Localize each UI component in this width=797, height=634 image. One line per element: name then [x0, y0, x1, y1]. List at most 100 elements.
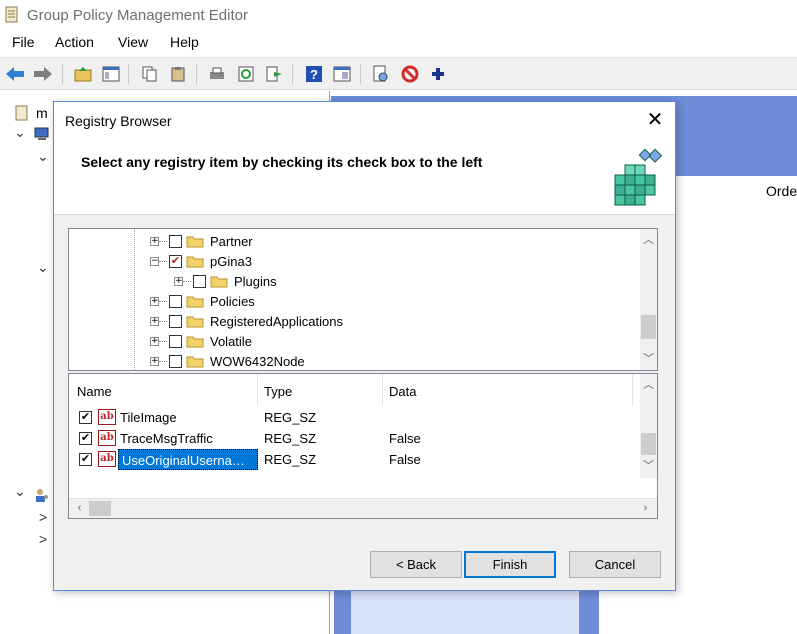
expand-icon[interactable]: + — [150, 296, 159, 306]
scroll-down-icon[interactable]: ﹀ — [640, 458, 657, 475]
menu-action[interactable]: Action — [55, 34, 94, 50]
help-icon[interactable]: ? — [304, 64, 324, 84]
tree-item-label: Plugins — [234, 273, 277, 289]
tree-item-label: RegisteredApplications — [210, 313, 343, 329]
scrollbar-thumb[interactable] — [641, 433, 656, 455]
value-name: TileImage — [120, 410, 177, 425]
window-title: Group Policy Management Editor — [27, 7, 248, 24]
expand-icon[interactable]: + — [174, 276, 183, 286]
row-checkbox-checked[interactable]: ✔ — [79, 411, 92, 424]
column-header-name[interactable]: Name — [77, 384, 112, 399]
folder-icon — [186, 356, 204, 367]
svg-text:?: ? — [310, 67, 318, 82]
list-row[interactable]: ✔ ab TileImage REG_SZ — [69, 407, 639, 428]
user-config-icon — [36, 489, 48, 502]
tree-item-plugins[interactable]: + Plugins — [174, 271, 277, 291]
scrollbar-thumb[interactable] — [641, 315, 656, 339]
chevron-right-icon[interactable]: > — [39, 509, 47, 525]
list-vertical-scrollbar[interactable]: ︿ ﹀ — [640, 374, 657, 478]
export-list-icon[interactable] — [264, 64, 284, 84]
tree-item-partner[interactable]: + Partner — [150, 231, 253, 251]
forward-arrow-icon[interactable] — [33, 64, 53, 84]
registry-values-list[interactable]: Name Type Data ✔ ab TileImage REG_SZ ✔ a… — [68, 373, 658, 519]
tree-item-policies[interactable]: + Policies — [150, 291, 255, 311]
folder-icon — [210, 276, 228, 287]
paste-icon[interactable] — [168, 64, 188, 84]
tree-item-label: pGina3 — [210, 253, 252, 269]
chevron-down-icon[interactable]: ⌄ — [37, 259, 49, 276]
tree-vertical-scrollbar[interactable]: ︿ ﹀ — [640, 229, 657, 370]
menu-file[interactable]: File — [12, 34, 35, 50]
tree-item-volatile[interactable]: + Volatile — [150, 331, 252, 351]
instruction-text: Select any registry item by checking its… — [81, 154, 483, 170]
dialog-titlebar: Registry Browser ✕ — [54, 102, 675, 140]
scroll-up-icon[interactable]: ︿ — [640, 377, 657, 394]
print-icon[interactable] — [207, 64, 227, 84]
stop-icon[interactable] — [400, 64, 420, 84]
tree-checkbox[interactable] — [169, 294, 182, 308]
menu-help[interactable]: Help — [170, 34, 199, 50]
back-button[interactable]: < Back — [370, 551, 462, 578]
column-header-type[interactable]: Type — [264, 384, 292, 399]
tree-item-wow6432node[interactable]: + WOW6432Node — [150, 351, 305, 371]
value-name: TraceMsgTraffic — [120, 431, 213, 446]
scroll-left-icon[interactable]: ‹ — [71, 500, 88, 517]
refresh-icon[interactable] — [236, 64, 256, 84]
gpo-editor-app-icon — [5, 6, 18, 23]
cancel-button[interactable]: Cancel — [569, 551, 661, 578]
column-header-data[interactable]: Data — [389, 384, 416, 399]
tree-checkbox[interactable] — [169, 334, 182, 348]
computer-config-icon — [34, 127, 49, 140]
chevron-right-icon[interactable]: > — [39, 531, 47, 547]
row-checkbox-checked[interactable]: ✔ — [79, 432, 92, 445]
policy-root-icon — [15, 105, 28, 121]
scroll-up-icon[interactable]: ︿ — [640, 232, 657, 249]
collapse-icon[interactable]: − — [150, 256, 159, 266]
list-horizontal-scrollbar[interactable]: ‹ › — [69, 498, 657, 518]
up-folder-icon[interactable] — [73, 64, 93, 84]
menu-bar: File Action View Help — [0, 30, 797, 56]
expand-icon[interactable]: + — [150, 356, 159, 366]
tree-item-pgina3[interactable]: − ✔ pGina3 — [150, 251, 252, 271]
chevron-down-icon[interactable]: ⌄ — [14, 483, 26, 500]
registry-key-tree[interactable]: + Partner − ✔ pGina3 + Plugins + Policie… — [68, 228, 658, 371]
row-checkbox-checked[interactable]: ✔ — [79, 453, 92, 466]
chevron-down-icon[interactable]: ⌄ — [14, 124, 26, 141]
dialog-header: Select any registry item by checking its… — [54, 140, 675, 215]
scrollbar-thumb[interactable] — [89, 501, 111, 516]
back-arrow-icon[interactable] — [5, 64, 25, 84]
tree-checkbox[interactable] — [193, 274, 206, 288]
finish-button[interactable]: Finish — [464, 551, 556, 578]
list-row-selected[interactable]: ✔ ab UseOriginalUserna… REG_SZ False — [69, 449, 639, 470]
details-footer-panel — [351, 591, 579, 634]
tree-checkbox[interactable] — [169, 354, 182, 368]
folder-icon — [186, 336, 204, 347]
scroll-right-icon[interactable]: › — [637, 500, 654, 517]
value-data: False — [389, 431, 421, 446]
list-row[interactable]: ✔ ab TraceMsgTraffic REG_SZ False — [69, 428, 639, 449]
tree-checkbox-checked[interactable]: ✔ — [169, 254, 182, 268]
tree-checkbox[interactable] — [169, 234, 182, 248]
chevron-down-icon[interactable]: ⌄ — [37, 148, 49, 165]
tree-item-label: WOW6432Node — [210, 353, 305, 369]
tree-item-registeredapplications[interactable]: + RegisteredApplications — [150, 311, 343, 331]
tree-root-label[interactable]: m — [36, 105, 48, 121]
close-icon[interactable]: ✕ — [643, 108, 667, 132]
copy-icon[interactable] — [140, 64, 160, 84]
expand-icon[interactable]: + — [150, 336, 159, 346]
folder-icon — [186, 316, 204, 327]
show-hide-tree-icon[interactable] — [101, 64, 121, 84]
tree-checkbox[interactable] — [169, 314, 182, 328]
order-column-header[interactable]: Orde — [766, 183, 797, 199]
scroll-down-icon[interactable]: ﹀ — [640, 351, 657, 368]
expand-icon[interactable]: + — [150, 236, 159, 246]
filter-options-icon[interactable] — [371, 64, 391, 84]
value-name: UseOriginalUserna… — [118, 449, 258, 470]
string-value-icon: ab — [98, 430, 116, 446]
properties-pane-icon[interactable] — [332, 64, 352, 84]
expand-icon[interactable]: + — [150, 316, 159, 326]
value-type: REG_SZ — [264, 410, 317, 425]
menu-view[interactable]: View — [118, 34, 148, 50]
tree-item-label: Volatile — [210, 333, 252, 349]
add-icon[interactable] — [428, 64, 448, 84]
